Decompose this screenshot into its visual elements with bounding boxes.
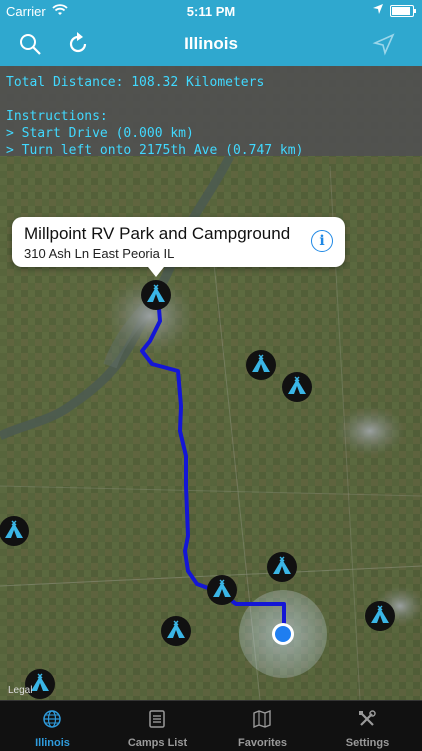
- instruction-step: > Start Drive (0.000 km): [6, 126, 194, 141]
- campground-tent-icon: [5, 520, 23, 538]
- campground-marker[interactable]: [207, 575, 237, 605]
- callout-address: 310 Ash Ln East Peoria IL: [24, 246, 175, 261]
- tab-label: Settings: [345, 737, 390, 749]
- callout-title: Millpoint RV Park and Campground: [24, 224, 291, 243]
- legal-link[interactable]: Legal: [8, 685, 32, 696]
- list-icon: [149, 710, 165, 728]
- battery-fill: [392, 7, 410, 15]
- campground-marker[interactable]: [246, 350, 276, 380]
- campground-marker[interactable]: [282, 372, 312, 402]
- tab-bar: Illinois Camps List Favorites Settings: [0, 700, 422, 751]
- tab-illinois[interactable]: Illinois: [0, 701, 105, 751]
- status-bar: Carrier 5:11 PM: [0, 0, 422, 22]
- directions-panel: Total Distance: 108.32 Kilometers Instru…: [0, 66, 422, 158]
- map-book-icon: [253, 709, 271, 729]
- campground-tent-icon: [288, 376, 306, 394]
- instructions-heading: Instructions:: [6, 109, 108, 124]
- campground-marker[interactable]: [161, 616, 191, 646]
- navigation-bar: Illinois: [0, 22, 422, 66]
- info-icon[interactable]: i: [311, 230, 333, 252]
- tab-camps-list[interactable]: Camps List: [105, 701, 210, 751]
- campground-tent-icon: [167, 620, 185, 638]
- location-arrow-icon[interactable]: [370, 30, 398, 58]
- tools-icon: [359, 710, 376, 726]
- tab-label: Favorites: [238, 737, 287, 749]
- campground-marker[interactable]: [267, 552, 297, 582]
- tab-label: Illinois: [35, 737, 70, 749]
- battery-icon: [390, 5, 416, 17]
- page-title: Illinois: [184, 34, 238, 53]
- campground-tent-icon: [147, 284, 165, 302]
- user-location-dot: [272, 623, 294, 645]
- campground-marker[interactable]: [141, 280, 171, 310]
- instruction-step: > Turn left onto 2175th Ave (0.747 km): [6, 143, 304, 158]
- tab-settings[interactable]: Settings: [315, 701, 420, 751]
- campground-callout[interactable]: Millpoint RV Park and Campground 310 Ash…: [12, 217, 345, 277]
- campground-tent-icon: [371, 605, 389, 623]
- campground-tent-icon: [213, 579, 231, 597]
- tab-label: Camps List: [127, 737, 188, 749]
- map-view[interactable]: [0, 66, 422, 700]
- status-time: 5:11 PM: [186, 4, 236, 19]
- campground-marker[interactable]: [365, 601, 395, 631]
- location-services-icon: [373, 4, 383, 14]
- campground-marker[interactable]: [0, 516, 29, 546]
- campground-tent-icon: [273, 556, 291, 574]
- tab-favorites[interactable]: Favorites: [210, 701, 315, 751]
- campground-tent-icon: [252, 354, 270, 372]
- total-distance: Total Distance: 108.32 Kilometers: [6, 75, 265, 90]
- globe-icon: [43, 710, 61, 728]
